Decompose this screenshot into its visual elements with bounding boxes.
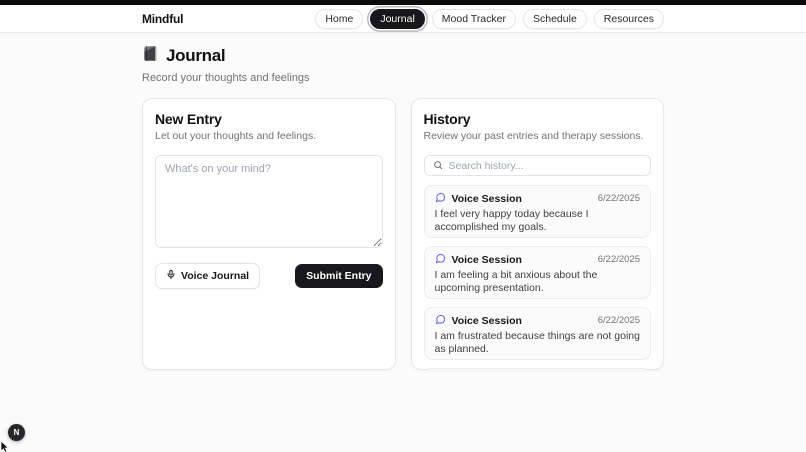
mouse-cursor (0, 440, 11, 452)
nav-item-home[interactable]: Home (315, 9, 363, 29)
entry-title: Voice Session (452, 315, 522, 327)
nav-item-journal[interactable]: Journal (370, 9, 424, 29)
entry-date: 6/22/2025 (598, 254, 640, 266)
entry-session-badge: Session: session-2 (435, 298, 531, 299)
history-search-box[interactable] (424, 155, 652, 176)
notebook-icon (142, 45, 159, 67)
main-nav: Home Journal Mood Tracker Schedule Resou… (315, 9, 664, 29)
history-entry[interactable]: Voice Session 6/22/2025 I am feeling a b… (424, 246, 652, 299)
entry-date: 6/22/2025 (598, 315, 640, 327)
journal-entry-textarea[interactable] (155, 155, 383, 248)
dev-overlay-button[interactable]: N (8, 424, 25, 441)
entry-session-badge: Session: session-3 (435, 359, 531, 360)
history-search-input[interactable] (449, 160, 643, 172)
nav-item-resources[interactable]: Resources (594, 9, 664, 29)
entry-text: I am feeling a bit anxious about the upc… (435, 269, 641, 295)
microphone-icon (166, 269, 176, 283)
entry-session-badge: Session: session-1 (435, 237, 531, 238)
history-entries-list[interactable]: Voice Session 6/22/2025 I feel very happ… (424, 185, 652, 370)
nav-item-mood-tracker[interactable]: Mood Tracker (432, 9, 516, 29)
page-subtitle: Record your thoughts and feelings (142, 72, 664, 84)
history-entry[interactable]: Voice Session 6/22/2025 I am frustrated … (424, 307, 652, 360)
page-title: Journal (166, 46, 225, 66)
speech-bubble-icon (435, 192, 446, 205)
search-icon (433, 157, 443, 175)
voice-journal-label: Voice Journal (181, 270, 249, 282)
new-entry-subtitle: Let out your thoughts and feelings. (155, 130, 383, 143)
brand-logo: Mindful (142, 12, 183, 26)
speech-bubble-icon (435, 314, 446, 327)
new-entry-title: New Entry (155, 111, 383, 127)
history-title: History (424, 111, 652, 127)
entry-text: I am frustrated because things are not g… (435, 330, 641, 356)
entry-title: Voice Session (452, 193, 522, 205)
history-entry[interactable]: Voice Session 6/22/2025 (424, 368, 652, 370)
history-entry[interactable]: Voice Session 6/22/2025 I feel very happ… (424, 185, 652, 238)
entry-title: Voice Session (452, 254, 522, 266)
main-content: Journal Record your thoughts and feeling… (142, 33, 664, 370)
submit-entry-button[interactable]: Submit Entry (295, 264, 382, 288)
entry-date: 6/22/2025 (598, 193, 640, 205)
speech-bubble-icon (435, 253, 446, 266)
history-subtitle: Review your past entries and therapy ses… (424, 130, 652, 143)
history-card: History Review your past entries and the… (411, 98, 665, 370)
new-entry-card: New Entry Let out your thoughts and feel… (142, 98, 396, 370)
voice-journal-button[interactable]: Voice Journal (155, 263, 260, 289)
entry-text: I feel very happy today because I accomp… (435, 208, 641, 234)
nav-item-schedule[interactable]: Schedule (523, 9, 587, 29)
app-header: Mindful Home Journal Mood Tracker Schedu… (0, 5, 806, 33)
